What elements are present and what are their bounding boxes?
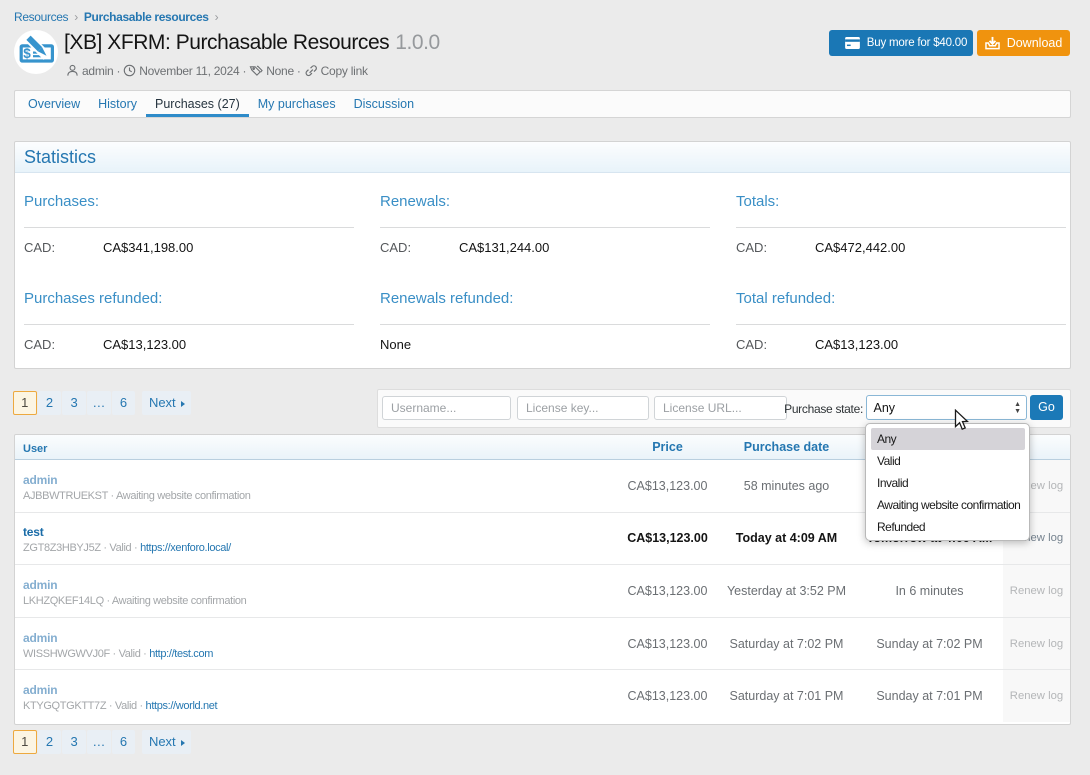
svg-text:$: $ bbox=[23, 46, 31, 61]
